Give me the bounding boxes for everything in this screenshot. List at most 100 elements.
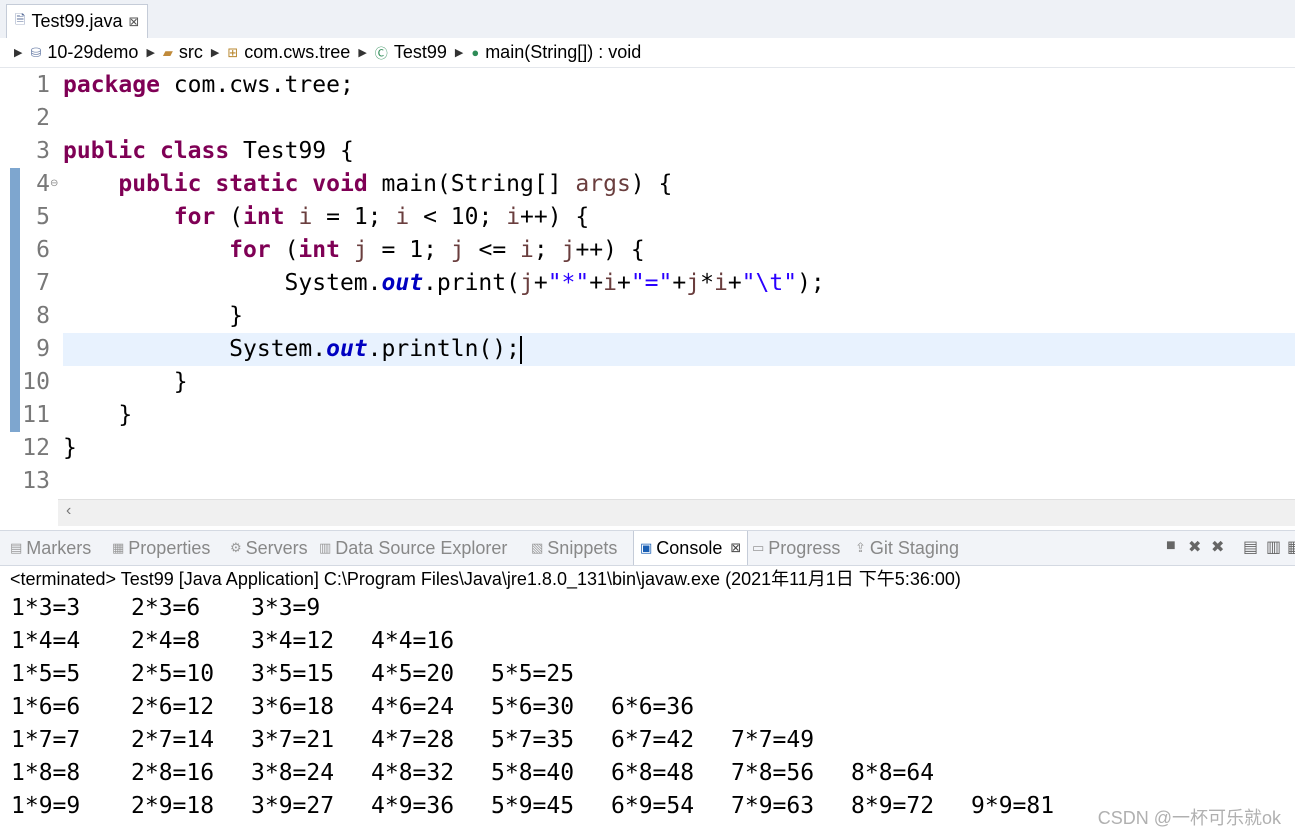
- line-number: 11: [22, 402, 50, 428]
- console-cell: 3*8=24: [251, 760, 335, 786]
- remove-all-launches-icon[interactable]: ✖: [1211, 537, 1224, 557]
- editor-tab-bar: 🗎 Test99.java ⊠: [0, 0, 1295, 39]
- editor-tab-label: Test99.java: [31, 11, 123, 31]
- line-number: 7: [36, 270, 50, 296]
- line-number: 12: [22, 435, 50, 461]
- breadcrumb-project[interactable]: 10-29demo: [47, 42, 138, 63]
- view-tab-label: Markers: [26, 537, 92, 558]
- chevron-right-icon: ▶: [358, 47, 367, 59]
- view-tab-data-source-explorer[interactable]: ▥ Data Source Explorer: [319, 531, 507, 565]
- scroll-lock-icon[interactable]: ▥: [1266, 537, 1281, 557]
- clear-console-icon[interactable]: ▤: [1243, 537, 1258, 557]
- progress-icon: ▭: [752, 540, 765, 555]
- chevron-right-icon: ▶: [454, 47, 464, 59]
- chevron-right-icon: ▶: [14, 47, 23, 59]
- code-line: for (int i = 1; i < 10; i++) {: [173, 204, 590, 230]
- console-cell: 5*9=45: [491, 793, 575, 819]
- view-tab-console[interactable]: ▣ Console ⊠: [633, 531, 749, 565]
- editor-tab-test99[interactable]: 🗎 Test99.java ⊠: [6, 4, 149, 38]
- code-line: }: [63, 402, 133, 428]
- console-cell: 1*4=4: [11, 628, 81, 654]
- source-folder-icon: ▰: [162, 44, 173, 60]
- code-line: package com.cws.tree;: [63, 72, 354, 98]
- code-line: }: [63, 435, 77, 461]
- code-line: for (int j = 1; j <= i; j++) {: [229, 237, 645, 263]
- console-cell: 3*4=12: [251, 628, 335, 654]
- console-cell: 8*8=64: [851, 760, 935, 786]
- fold-collapse-icon[interactable]: ⊖: [50, 178, 58, 189]
- console-cell: 7*9=63: [731, 793, 815, 819]
- view-tab-servers[interactable]: ⚙ Servers: [230, 531, 308, 565]
- line-number: 4: [36, 171, 50, 197]
- view-tab-label: Console: [656, 537, 723, 558]
- line-number: 5: [36, 204, 50, 230]
- view-tab-git-staging[interactable]: ⇪ Git Staging: [855, 531, 959, 565]
- console-cell: 2*5=10: [131, 661, 215, 687]
- console-cell: 2*6=12: [131, 694, 215, 720]
- console-cell: 5*6=30: [491, 694, 575, 720]
- close-icon[interactable]: ⊠: [730, 540, 741, 556]
- git-staging-icon: ⇪: [855, 540, 866, 555]
- console-cell: 5*8=40: [491, 760, 575, 786]
- console-cell: 3*3=9: [251, 595, 321, 621]
- code-line: }: [63, 369, 188, 395]
- console-cell: 2*3=6: [131, 595, 201, 621]
- line-number-gutter: 1 2 3 4 5 6 7 8 9 10 11 12 13: [10, 69, 56, 499]
- console-cell: 6*9=54: [611, 793, 695, 819]
- console-cell: 5*7=35: [491, 727, 575, 753]
- console-cell: 1*3=3: [11, 595, 81, 621]
- view-tab-label: Snippets: [547, 537, 618, 558]
- horizontal-scrollbar[interactable]: ‹: [58, 499, 1295, 526]
- class-icon: Ⓒ: [374, 46, 388, 61]
- scroll-left-icon[interactable]: ‹: [66, 502, 71, 520]
- line-number: 2: [36, 105, 50, 131]
- breadcrumb-method[interactable]: main(String[]) : void: [485, 42, 641, 63]
- close-icon[interactable]: ⊠: [129, 14, 140, 30]
- console-cell: 6*8=48: [611, 760, 695, 786]
- code-line: System.out.print(j+"*"+i+"="+j*i+"\t");: [63, 270, 825, 296]
- console-cell: 3*7=21: [251, 727, 335, 753]
- console-cell: 4*8=32: [371, 760, 455, 786]
- console-cell: 6*7=42: [611, 727, 695, 753]
- view-tab-label: Servers: [245, 537, 308, 558]
- view-tab-properties[interactable]: ▦ Properties: [112, 531, 210, 565]
- console-cell: 1*8=8: [11, 760, 81, 786]
- line-number: 6: [36, 237, 50, 263]
- console-icon: ▣: [640, 540, 653, 555]
- console-cell: 1*5=5: [11, 661, 81, 687]
- view-tab-bar: ▤ Markers ▦ Properties ⚙ Servers ▥ Data Source …: [0, 530, 1295, 566]
- console-cell: 2*9=18: [131, 793, 215, 819]
- code-editor[interactable]: 1 2 3 4 5 6 7 8 9 10 11 12 13 ⊖ package com.cws.tree…: [0, 69, 1295, 499]
- word-wrap-icon[interactable]: ▦: [1287, 537, 1295, 557]
- console-cell: 4*7=28: [371, 727, 455, 753]
- line-number: 8: [36, 303, 50, 329]
- view-tab-label: Data Source Explorer: [335, 537, 508, 558]
- package-icon: ⊞: [227, 44, 239, 60]
- console-cell: 7*8=56: [731, 760, 815, 786]
- breadcrumb-src[interactable]: src: [179, 42, 203, 63]
- console-cell: 3*9=27: [251, 793, 335, 819]
- console-cell: 6*6=36: [611, 694, 695, 720]
- breadcrumb-class[interactable]: Test99: [394, 42, 447, 63]
- method-icon: ●: [471, 45, 480, 60]
- line-number: 13: [22, 468, 50, 494]
- console-cell: 8*9=72: [851, 793, 935, 819]
- properties-icon: ▦: [112, 540, 125, 555]
- view-tab-label: Properties: [128, 537, 211, 558]
- servers-icon: ⚙: [230, 540, 242, 555]
- view-tab-progress[interactable]: ▭ Progress: [752, 531, 840, 565]
- console-cell: 1*9=9: [11, 793, 81, 819]
- console-cell: 1*7=7: [11, 727, 81, 753]
- line-number: 1: [36, 72, 50, 98]
- remove-launch-icon[interactable]: ✖: [1188, 537, 1201, 557]
- code-line: public static void main(String[] args) {: [118, 171, 673, 197]
- view-tab-markers[interactable]: ▤ Markers: [10, 531, 91, 565]
- line-number: 9: [36, 336, 50, 362]
- view-tab-snippets[interactable]: ▧ Snippets: [531, 531, 617, 565]
- text-caret: [519, 335, 522, 364]
- code-line: System.out.println();: [63, 335, 522, 364]
- snippets-icon: ▧: [531, 540, 544, 555]
- terminate-icon[interactable]: ■: [1166, 537, 1176, 555]
- console-cell: 4*5=20: [371, 661, 455, 687]
- breadcrumb-package[interactable]: com.cws.tree: [244, 42, 350, 63]
